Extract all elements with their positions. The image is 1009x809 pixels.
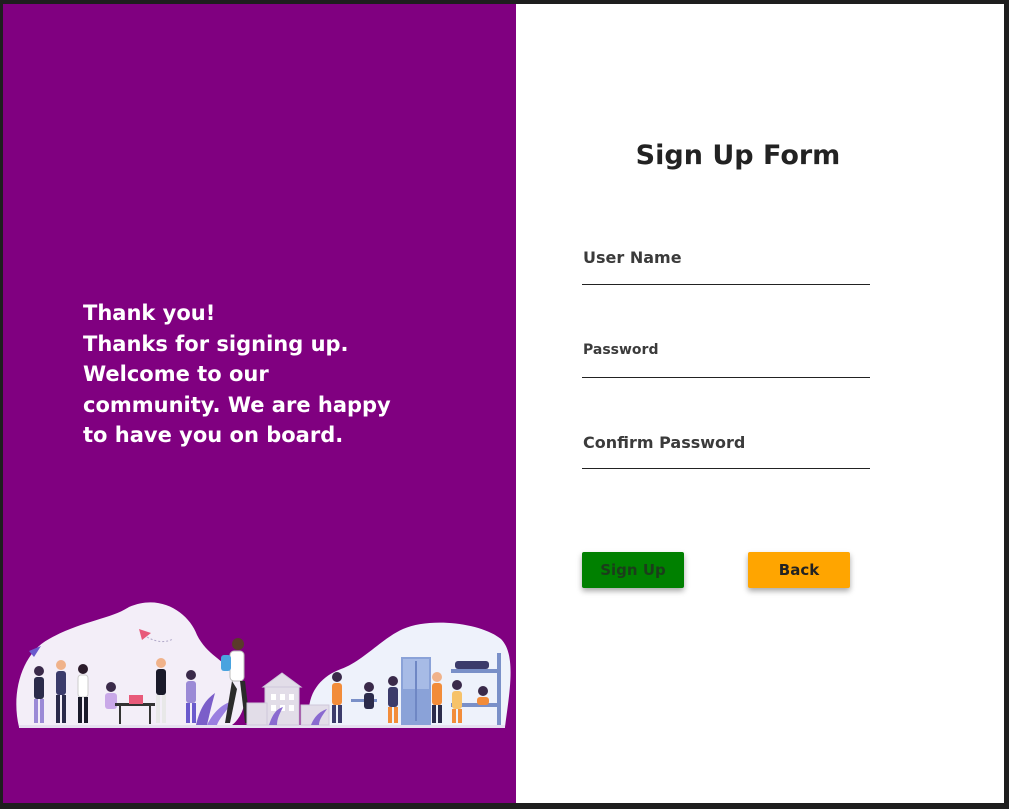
confirm-password-field[interactable]: Confirm Password [582, 428, 870, 469]
confirm-password-input[interactable] [582, 428, 870, 468]
welcome-panel: Thank you! Thanks for signing up. Welcom… [3, 4, 516, 803]
form-title: Sign Up Form [635, 140, 841, 171]
welcome-message: Thank you! Thanks for signing up. Welcom… [83, 298, 391, 451]
username-field[interactable]: User Name [582, 244, 870, 285]
welcome-line: community. We are happy [83, 392, 391, 417]
welcome-line: Thanks for signing up. [83, 331, 349, 356]
back-button[interactable]: Back [748, 552, 850, 588]
welcome-line: to have you on board. [83, 423, 344, 447]
sign-up-button[interactable]: Sign Up [582, 552, 684, 588]
welcome-line: Thank you! [83, 301, 216, 325]
form-panel: Sign Up Form User Name Password Confirm … [516, 4, 1004, 803]
welcome-line: Welcome to our [83, 362, 269, 386]
password-input[interactable] [582, 337, 870, 377]
app-window: Thank you! Thanks for signing up. Welcom… [3, 4, 1004, 803]
username-input[interactable] [582, 244, 870, 284]
community-illustration [16, 602, 511, 728]
password-field[interactable]: Password [582, 337, 870, 378]
